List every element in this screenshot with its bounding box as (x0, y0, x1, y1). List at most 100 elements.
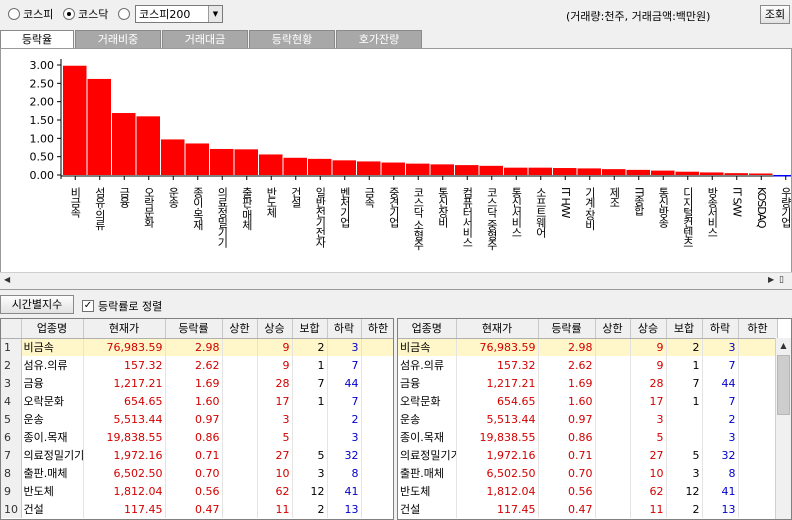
x-tick-label: 일반전기전자 (314, 186, 327, 248)
bar[interactable] (161, 139, 185, 175)
bar[interactable] (577, 168, 602, 175)
radio-kospi200-dot[interactable] (118, 8, 130, 20)
table-row[interactable]: 출판.매체 6,502.50 0.70 10 3 8 (398, 464, 778, 482)
header-advance[interactable]: 상승 (630, 319, 667, 339)
scroll-end-icon[interactable]: ▯ (779, 275, 784, 285)
bar[interactable] (700, 172, 724, 175)
header-sector-name[interactable]: 업종명 (398, 319, 457, 339)
header-upper-limit[interactable]: 상한 (222, 319, 258, 339)
radio-kospi[interactable]: 코스피 (8, 7, 53, 21)
header-lower-limit[interactable]: 하한 (361, 319, 393, 339)
table-row[interactable]: 건설 117.45 0.47 11 2 13 (398, 500, 778, 518)
header-no[interactable] (1, 319, 22, 339)
radio-kospi200[interactable] (118, 7, 133, 21)
bar[interactable] (283, 157, 308, 175)
bar[interactable] (185, 143, 210, 175)
table-row[interactable]: 금융 1,217.21 1.69 28 7 44 (398, 374, 778, 392)
tab-rate[interactable]: 등락율 (0, 30, 74, 48)
table-row[interactable]: 3 금융 1,217.21 1.69 28 7 44 (1, 374, 393, 392)
header-rate[interactable]: 등락률 (538, 319, 596, 339)
bar[interactable] (773, 175, 792, 177)
bar[interactable] (528, 167, 553, 175)
tab-volume-share[interactable]: 거래비중 (75, 30, 161, 48)
header-advance[interactable]: 상승 (257, 319, 293, 339)
table-row[interactable]: 4 오락문화 654.65 1.60 17 1 7 (1, 392, 393, 410)
bar[interactable] (259, 154, 283, 175)
table-vertical-scrollbar[interactable]: ▲ (775, 338, 791, 519)
table-row[interactable]: 9 반도체 1,812.04 0.56 62 12 41 (1, 482, 393, 500)
header-decline[interactable]: 하락 (702, 319, 739, 339)
period-index-button[interactable]: 시간별지수 (0, 295, 74, 314)
cell-down: 7 (327, 392, 362, 410)
chevron-down-icon[interactable]: ▼ (208, 6, 222, 22)
bar[interactable] (332, 160, 357, 175)
scroll-right-icon[interactable]: ▶ (768, 275, 774, 284)
header-unchanged[interactable]: 보합 (292, 319, 328, 339)
table-row[interactable]: 비금속 76,983.59 2.98 9 2 3 (398, 338, 778, 356)
bar[interactable] (234, 149, 259, 175)
bar[interactable] (406, 163, 430, 175)
bar[interactable] (63, 65, 87, 175)
header-rate[interactable]: 등락률 (165, 319, 223, 339)
cell-down: 7 (702, 392, 739, 410)
sort-by-rate-checkbox[interactable]: ✓ 등락률로 정렬 (82, 298, 162, 314)
table-row[interactable]: 1 비금속 76,983.59 2.98 9 2 3 (1, 338, 393, 356)
bar[interactable] (553, 168, 577, 175)
cell-lower (738, 446, 778, 464)
bar[interactable] (602, 169, 626, 175)
radio-kosdaq[interactable]: 코스닥 (63, 7, 108, 21)
table-row[interactable]: 섬유.의류 157.32 2.62 9 1 7 (398, 356, 778, 374)
bar[interactable] (136, 116, 161, 175)
bar[interactable] (357, 161, 381, 175)
cell-rate: 0.70 (165, 464, 223, 482)
table-row[interactable]: 2 섬유.의류 157.32 2.62 9 1 7 (1, 356, 393, 374)
header-upper-limit[interactable]: 상한 (595, 319, 631, 339)
bar[interactable] (308, 158, 332, 175)
cell-upper (222, 482, 258, 500)
scroll-thumb[interactable] (777, 355, 790, 415)
tab-trade-value[interactable]: 거래대금 (162, 30, 248, 48)
table-row[interactable]: 의료정밀기기 1,972.16 0.71 27 5 32 (398, 446, 778, 464)
header-sector-name[interactable]: 업종명 (21, 319, 84, 339)
header-lower-limit[interactable]: 하한 (738, 319, 778, 339)
x-tick-label: 기계·장비 (583, 187, 596, 230)
table-row[interactable]: 6 종이.목재 19,838.55 0.86 5 3 (1, 428, 393, 446)
table-row[interactable]: 운송 5,513.44 0.97 3 2 (398, 410, 778, 428)
bar[interactable] (112, 113, 136, 175)
bar[interactable] (479, 165, 504, 175)
tab-order-book[interactable]: 호가잔량 (336, 30, 422, 48)
table-row[interactable]: 종이.목재 19,838.55 0.86 5 3 (398, 428, 778, 446)
bar[interactable] (749, 173, 773, 176)
bar[interactable] (675, 171, 700, 175)
x-tick-label: 통신서비스 (510, 187, 523, 237)
table-row[interactable]: 5 운송 5,513.44 0.97 3 2 (1, 410, 393, 428)
bar[interactable] (430, 164, 455, 175)
table-row[interactable]: 10 건설 117.45 0.47 11 2 13 (1, 500, 393, 518)
bar[interactable] (455, 165, 479, 175)
bar[interactable] (210, 148, 234, 175)
table-row[interactable]: 7 의료정밀기기 1,972.16 0.71 27 5 32 (1, 446, 393, 464)
radio-kospi-dot[interactable] (8, 8, 20, 20)
header-decline[interactable]: 하락 (327, 319, 362, 339)
header-unchanged[interactable]: 보합 (666, 319, 703, 339)
tab-status[interactable]: 등락현황 (249, 30, 335, 48)
header-price[interactable]: 현재가 (456, 319, 539, 339)
query-button[interactable]: 조회 (760, 5, 790, 24)
chart-horizontal-scrollbar[interactable]: ◀ ▶ ▯ (0, 272, 792, 289)
table-row[interactable]: 오락문화 654.65 1.60 17 1 7 (398, 392, 778, 410)
bar[interactable] (87, 78, 112, 175)
check-icon[interactable]: ✓ (82, 300, 94, 312)
bar[interactable] (381, 162, 406, 175)
scroll-left-icon[interactable]: ◀ (4, 275, 10, 284)
index-select[interactable]: 코스피200 ▼ (135, 5, 223, 23)
table-row[interactable]: 반도체 1,812.04 0.56 62 12 41 (398, 482, 778, 500)
radio-kosdaq-dot[interactable] (63, 8, 75, 20)
table-row[interactable]: 8 출판.매체 6,502.50 0.70 10 3 8 (1, 464, 393, 482)
bar[interactable] (626, 169, 651, 175)
header-price[interactable]: 현재가 (83, 319, 166, 339)
bar[interactable] (651, 170, 675, 175)
scroll-up-icon[interactable]: ▲ (776, 338, 791, 354)
bar[interactable] (504, 167, 528, 175)
bar[interactable] (724, 173, 749, 175)
cell-down: 13 (702, 500, 739, 518)
